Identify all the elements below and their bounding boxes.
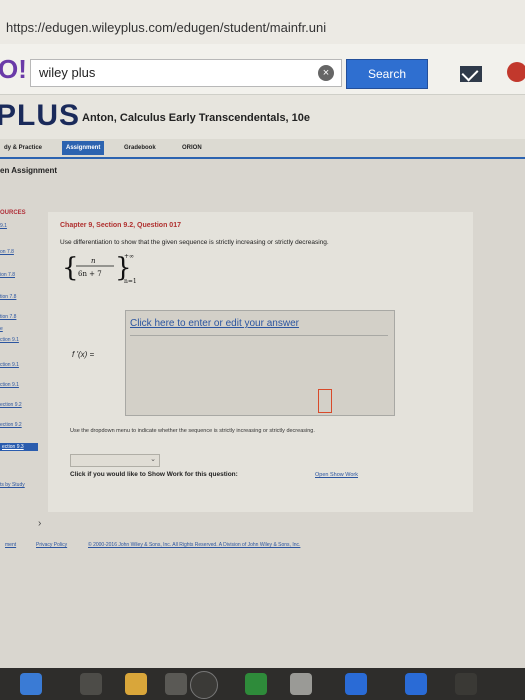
hp-logo-icon (190, 671, 218, 699)
tab-orion[interactable]: ORION (178, 141, 206, 155)
sidebar-item[interactable]: ction 9.1 (0, 382, 19, 388)
sidebar-item[interactable]: ection 9.2 (0, 402, 22, 408)
sidebar-item-highlight[interactable]: ection 9.3 (0, 443, 38, 451)
chrome-icon[interactable] (345, 673, 367, 695)
chevron-right-icon[interactable]: › (38, 518, 41, 529)
search-input[interactable]: wiley plus (30, 59, 342, 87)
tray-icon[interactable] (455, 673, 477, 695)
fprime-label: f '(x) = (72, 350, 95, 359)
increasing-decreasing-select[interactable]: ⌄ (70, 454, 160, 467)
sidebar: OURCES 9.1 on 7.8 ion 7.8 tion 7.8 tion … (0, 210, 40, 540)
question-instruction: Use differentiation to show that the giv… (60, 239, 329, 246)
site-header: PLUS Anton, Calculus Early Transcendenta… (0, 95, 525, 139)
dropdown-instruction: Use the dropdown menu to indicate whethe… (70, 428, 315, 434)
text-cursor-box (318, 389, 332, 413)
close-icon[interactable]: × (318, 65, 334, 81)
windows-icon[interactable] (80, 673, 102, 695)
sidebar-item[interactable]: ction 9.1 (0, 337, 19, 343)
ie-icon[interactable] (20, 673, 42, 695)
question-title: Chapter 9, Section 9.2, Question 017 (60, 222, 181, 229)
sidebar-item[interactable]: on 7.8 (0, 249, 14, 255)
answer-link[interactable]: Click here to enter or edit your answer (130, 318, 299, 329)
nav-tabs: dy & Practice Assignment Gradebook ORION (0, 139, 525, 159)
show-work-label: Click if you would like to Show Work for… (70, 471, 238, 478)
mail-icon[interactable] (460, 66, 482, 82)
tab-gradebook[interactable]: Gradebook (120, 141, 160, 155)
taskbar (0, 668, 525, 700)
browser-icon[interactable] (405, 673, 427, 695)
sidebar-item[interactable]: ction 9.1 (0, 362, 19, 368)
sidebar-heading: OURCES (0, 210, 26, 216)
sidebar-item[interactable]: ion 7.8 (0, 272, 15, 278)
logo: O! (0, 54, 27, 84)
search-toolbar: O! wiley plus × Search (0, 44, 525, 95)
open-show-work-link[interactable]: Open Show Work (315, 472, 358, 478)
sidebar-item[interactable]: ection 9.2 (0, 422, 22, 428)
seq-subscript: n=1 (124, 278, 137, 285)
sidebar-item[interactable]: ection 9.3 (2, 444, 24, 450)
tab-study-practice[interactable]: dy & Practice (0, 141, 46, 155)
seq-superscript: +∞ (124, 253, 134, 260)
svg-text:{: { (62, 253, 79, 283)
chevron-down-icon: ⌄ (150, 456, 156, 463)
tab-assignment[interactable]: Assignment (62, 141, 105, 155)
privacy-policy-link[interactable]: Privacy Policy (36, 542, 67, 548)
sidebar-item[interactable]: e (0, 326, 3, 332)
sequence-formula: { n 6n + 7 } +∞ n=1 (62, 253, 137, 285)
divider (130, 335, 388, 336)
sidebar-item[interactable]: tion 7.8 (0, 314, 16, 320)
address-bar[interactable]: https://edugen.wileyplus.com/edugen/stud… (0, 0, 525, 44)
app-icon[interactable] (165, 673, 187, 695)
sequence-expression: { n 6n + 7 } +∞ n=1 (62, 252, 152, 288)
seq-numerator: n (91, 257, 96, 265)
store-icon[interactable] (245, 673, 267, 695)
seq-denominator: 6n + 7 (78, 270, 102, 278)
sidebar-item[interactable]: 9.1 (0, 223, 7, 229)
folder-icon[interactable] (125, 673, 147, 695)
answer-box[interactable]: Click here to enter or edit your answer (125, 310, 395, 416)
copyright-text[interactable]: © 2000-2016 John Wiley & Sons, Inc. All … (88, 542, 300, 548)
url-text[interactable]: https://edugen.wileyplus.com/edugen/stud… (6, 20, 326, 35)
search-query: wiley plus (39, 65, 96, 80)
search-button[interactable]: Search (346, 59, 428, 89)
media-icon[interactable] (290, 673, 312, 695)
sidebar-item[interactable]: ts by Study (0, 482, 25, 488)
footer-link[interactable]: ment (5, 542, 16, 548)
brand-logo: PLUS (0, 99, 81, 132)
gear-icon[interactable] (507, 62, 525, 82)
sidebar-item[interactable]: tion 7.8 (0, 294, 16, 300)
course-title: Anton, Calculus Early Transcendentals, 1… (82, 112, 311, 124)
page-subtitle: en Assignment (0, 166, 58, 175)
